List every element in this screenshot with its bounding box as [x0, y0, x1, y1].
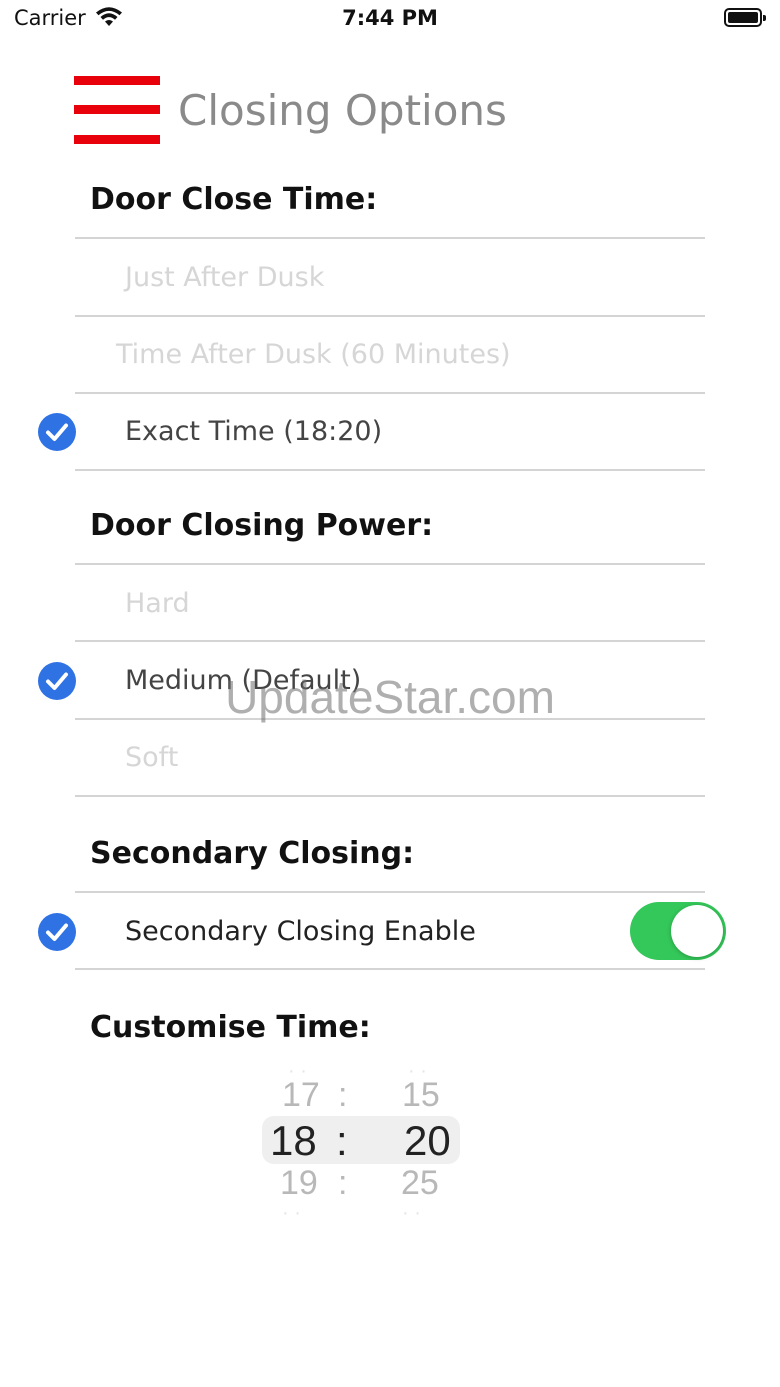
section-title-close-time: Door Close Time:	[90, 182, 378, 217]
divider	[75, 469, 705, 471]
checkmark-icon	[38, 662, 76, 700]
secondary-closing-enable-label: Secondary Closing Enable	[125, 916, 476, 947]
divider	[75, 392, 705, 394]
option-hard[interactable]: Hard	[125, 588, 190, 619]
picker-separator: :	[338, 1076, 348, 1114]
option-medium[interactable]: Medium (Default)	[125, 665, 361, 696]
picker-separator: :	[338, 1164, 348, 1202]
hour-wheel-item[interactable]: 17	[282, 1076, 320, 1115]
watermark: UpdateStar.com	[225, 671, 555, 723]
minute-wheel-item[interactable]: 15	[402, 1076, 440, 1115]
option-soft[interactable]: Soft	[125, 742, 178, 773]
hour-wheel-item[interactable]: 19	[280, 1164, 318, 1203]
status-time: 7:44 PM	[342, 6, 438, 30]
divider	[75, 315, 705, 317]
section-title-secondary: Secondary Closing:	[90, 836, 415, 871]
divider	[75, 968, 705, 970]
picker-ghost: · ·	[282, 1202, 301, 1224]
status-bar: Carrier 7:44 PM	[0, 0, 780, 40]
page-title: Closing Options	[178, 86, 507, 135]
divider	[75, 718, 705, 720]
option-time-after-dusk[interactable]: Time After Dusk (60 Minutes)	[116, 339, 511, 370]
divider	[75, 563, 705, 565]
checkmark-icon	[38, 913, 76, 951]
hour-wheel-selected[interactable]: 18	[270, 1117, 317, 1165]
secondary-closing-toggle[interactable]	[630, 902, 726, 960]
option-just-after-dusk[interactable]: Just After Dusk	[125, 262, 324, 293]
option-exact-time[interactable]: Exact Time (18:20)	[125, 416, 382, 447]
minute-wheel-item[interactable]: 25	[401, 1164, 439, 1203]
divider	[75, 640, 705, 642]
divider	[75, 891, 705, 893]
hamburger-menu-icon[interactable]	[74, 74, 160, 146]
checkmark-icon	[38, 413, 76, 451]
divider	[75, 237, 705, 239]
battery-icon	[724, 8, 766, 27]
picker-ghost: · ·	[402, 1202, 421, 1224]
divider	[75, 795, 705, 797]
minute-wheel-selected[interactable]: 20	[404, 1117, 451, 1165]
picker-separator: :	[336, 1117, 348, 1164]
section-title-customise: Customise Time:	[90, 1010, 371, 1045]
section-title-closing-power: Door Closing Power:	[90, 508, 434, 543]
